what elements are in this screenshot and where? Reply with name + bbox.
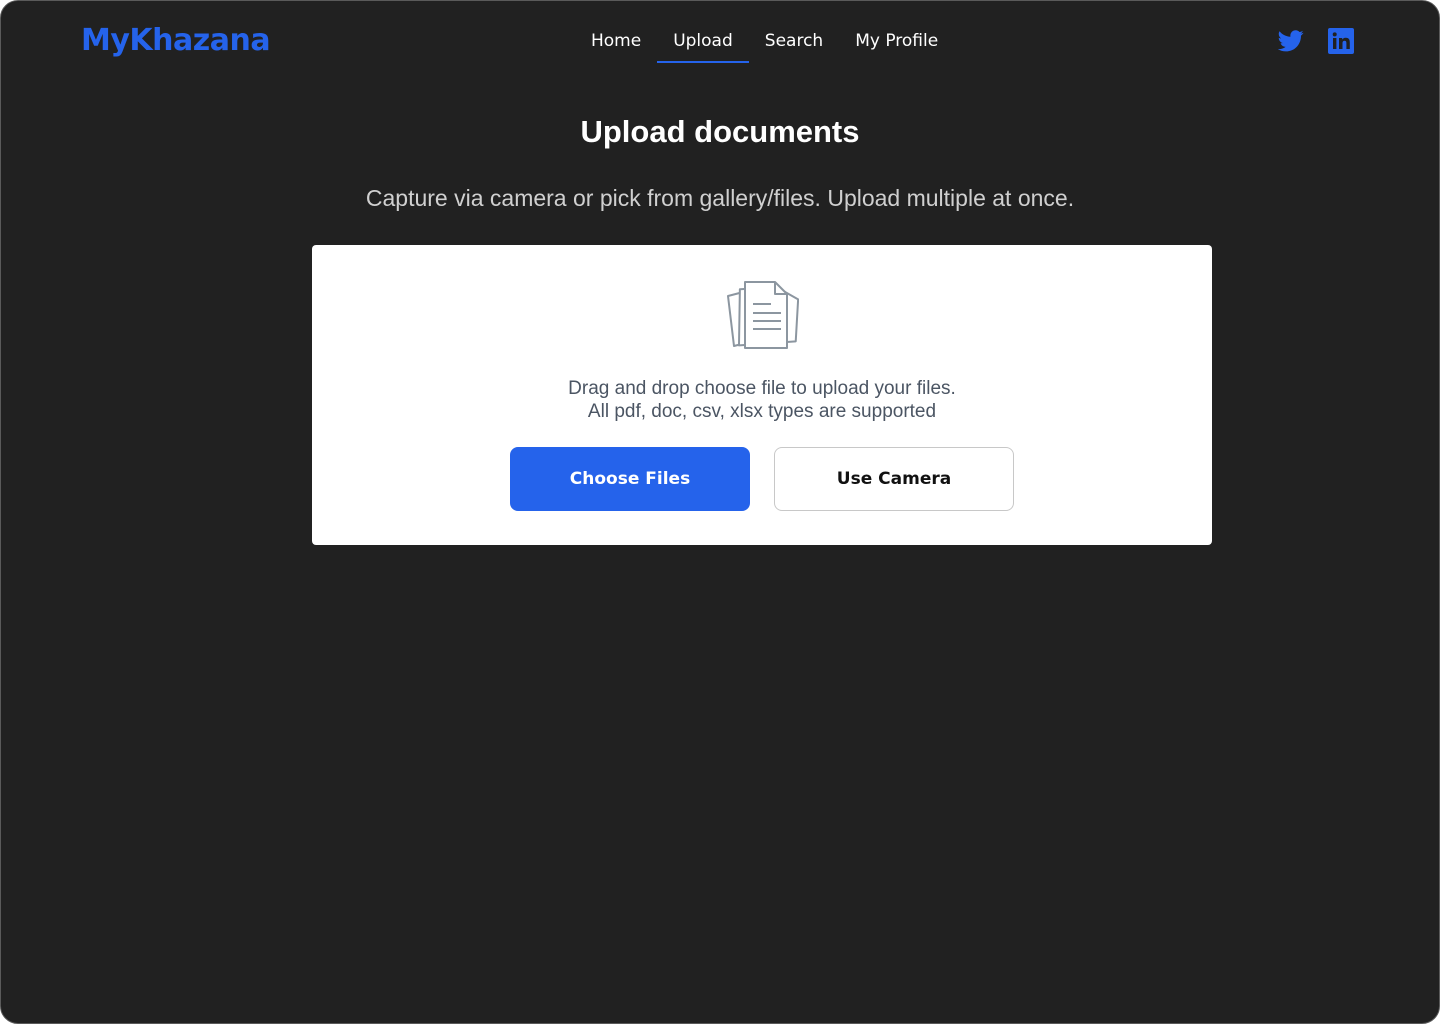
- use-camera-button[interactable]: Use Camera: [774, 447, 1014, 511]
- nav-item-home[interactable]: Home: [575, 23, 657, 63]
- linkedin-icon[interactable]: [1328, 28, 1354, 54]
- upload-instructions-line2: All pdf, doc, csv, xlsx types are suppor…: [587, 401, 937, 422]
- nav-item-upload[interactable]: Upload: [657, 23, 749, 63]
- upload-instructions: Drag and drop choose file to upload your…: [312, 377, 1212, 423]
- nav-item-my-profile[interactable]: My Profile: [839, 23, 954, 63]
- nav-item-search[interactable]: Search: [749, 23, 839, 63]
- page-title: Upload documents: [580, 114, 860, 149]
- app-window: MyKhazana Home Upload Search My Profile …: [0, 0, 1440, 1024]
- documents-icon: [725, 278, 800, 354]
- upload-instructions-line1: Drag and drop choose file to upload your…: [568, 378, 956, 399]
- upload-dropzone[interactable]: Drag and drop choose file to upload your…: [312, 245, 1212, 545]
- twitter-icon[interactable]: [1278, 29, 1304, 53]
- main-nav: Home Upload Search My Profile: [575, 23, 954, 63]
- page-subtitle: Capture via camera or pick from gallery/…: [365, 185, 1075, 211]
- brand-logo[interactable]: MyKhazana: [81, 21, 271, 61]
- choose-files-button[interactable]: Choose Files: [510, 447, 750, 511]
